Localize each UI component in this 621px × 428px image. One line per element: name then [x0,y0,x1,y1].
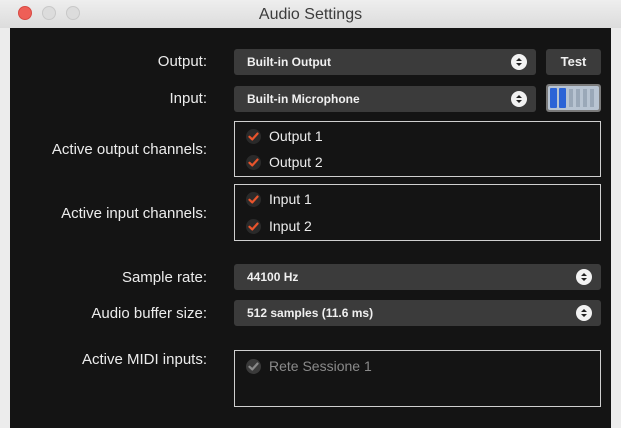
up-down-arrows-icon [576,269,592,285]
active-output-channels-label: Active output channels: [51,141,207,158]
output-device-value: Built-in Output [247,55,331,69]
input-device-value: Built-in Microphone [247,92,360,106]
input-channels-list: Input 1 Input 2 [234,184,601,241]
window-title: Audio Settings [258,6,363,23]
input-level-segment [583,89,587,107]
input-level-meter [546,84,601,112]
input-level-meter-track [548,86,599,110]
input-level-bar [550,88,557,108]
checkmark-icon [246,359,261,374]
active-midi-inputs-label: Active MIDI inputs: [81,351,207,368]
output-channels-list: Output 1 Output 2 [234,121,601,177]
test-button[interactable]: Test [546,49,601,75]
input-channel-label: Input 2 [269,218,312,234]
up-down-arrows-icon [511,91,527,107]
output-channel-label: Output 1 [269,128,323,144]
sample-rate-select[interactable]: 44100 Hz [234,264,601,290]
active-input-channels-label: Active input channels: [61,205,207,222]
audio-buffer-size-label: Audio buffer size: [91,305,207,322]
checkmark-icon [246,129,261,144]
midi-input-label: Rete Sessione 1 [269,358,372,374]
up-down-arrows-icon [576,305,592,321]
midi-inputs-list: Rete Sessione 1 [234,350,601,407]
input-label: Input: [169,90,207,107]
checkmark-icon [246,192,261,207]
sample-rate-value: 44100 Hz [247,270,299,284]
input-device-select[interactable]: Built-in Microphone [234,86,536,112]
output-channel-label: Output 2 [269,154,323,170]
input-channel-label: Input 1 [269,191,312,207]
input-level-segment [576,89,580,107]
sample-rate-label: Sample rate: [121,269,207,286]
checkmark-icon [246,219,261,234]
audio-buffer-size-select[interactable]: 512 samples (11.6 ms) [234,300,601,326]
output-label: Output: [157,53,207,70]
output-device-select[interactable]: Built-in Output [234,49,536,75]
up-down-arrows-icon [511,54,527,70]
audio-buffer-size-value: 512 samples (11.6 ms) [247,306,374,320]
checkmark-icon [246,155,261,170]
audio-settings-window: Audio Settings Output: Built-in Output T… [0,0,621,428]
title-bar: Audio Settings [0,0,621,28]
settings-panel: Output: Built-in Output Test Input: Buil… [10,28,611,428]
input-level-segment [590,89,594,107]
input-level-segment [569,89,573,107]
input-level-bar [559,88,566,108]
